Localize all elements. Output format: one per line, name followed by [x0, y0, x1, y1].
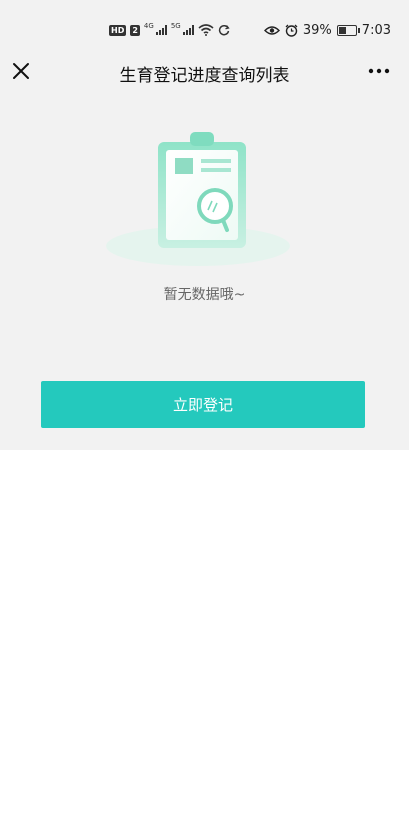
eye-icon [263, 25, 280, 35]
wifi-icon [198, 24, 214, 36]
clipboard-search-icon [106, 132, 290, 266]
register-now-button[interactable]: 立即登记 [41, 381, 365, 428]
empty-state-message: 暂无数据哦~ [163, 287, 246, 303]
alarm-icon [285, 24, 298, 37]
status-time: 7:03 [361, 22, 391, 38]
signal-icon-2 [182, 25, 194, 35]
network-type-2: 5G [170, 22, 181, 30]
battery-percent: 39% [302, 22, 332, 38]
sync-icon [218, 24, 230, 36]
battery-icon [336, 24, 360, 36]
page-title: 生育登记进度查询列表 [119, 66, 290, 86]
network-type-1: 4G [143, 22, 154, 30]
hd-icon: HD [109, 24, 127, 36]
signal-icon [155, 25, 167, 35]
sim-number: 2 [130, 24, 140, 36]
register-now-label: 立即登记 [172, 396, 233, 414]
header: 生育登记进度查询列表 [0, 50, 409, 94]
status-bar-right: 39% 7:03 [263, 22, 391, 38]
more-icon[interactable] [367, 60, 391, 82]
status-bar: HD 2 4G 5G 39% 7:03 [0, 0, 409, 50]
status-bar-left: HD 2 4G 5G [109, 22, 230, 38]
